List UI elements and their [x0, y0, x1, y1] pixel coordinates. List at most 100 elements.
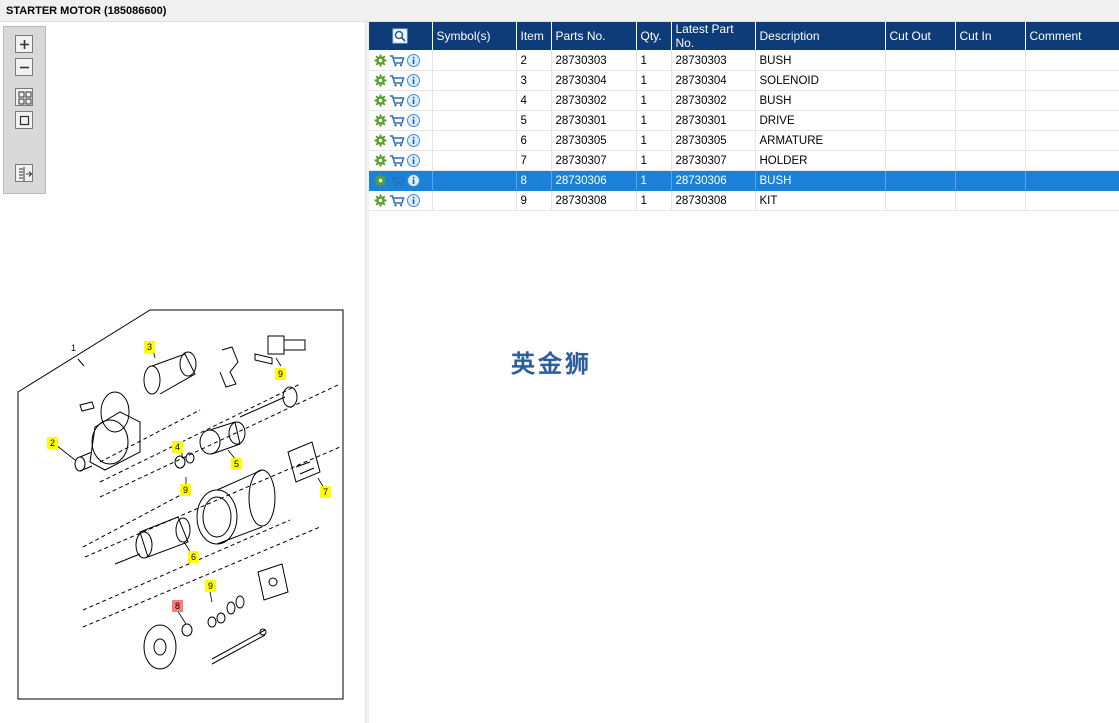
cell-actions [369, 90, 433, 111]
info-icon[interactable] [407, 94, 420, 107]
info-icon[interactable] [407, 54, 420, 67]
cell-symbols [432, 130, 517, 151]
info-icon[interactable] [407, 134, 420, 147]
column-header-cut-out[interactable]: Cut Out [885, 22, 956, 51]
cell-symbols [432, 190, 517, 211]
cell-actions [369, 130, 433, 151]
cell-qty: 1 [636, 170, 672, 191]
cell-actions [369, 50, 433, 71]
column-header-comment[interactable]: Comment [1025, 22, 1119, 51]
table-row[interactable]: 8 28730306 1 28730306 BUSH [369, 170, 1119, 191]
cell-cut-out [885, 130, 956, 151]
gear-icon[interactable] [374, 54, 387, 67]
parts-grid: Symbol(s) Item Parts No. Qty. Latest Par… [369, 22, 1119, 723]
table-row[interactable]: 6 28730305 1 28730305 ARMATURE [369, 130, 1119, 151]
column-header-qty[interactable]: Qty. [636, 22, 672, 51]
table-row[interactable]: 7 28730307 1 28730307 HOLDER [369, 150, 1119, 171]
list-export-icon [19, 167, 33, 181]
gear-icon[interactable] [374, 114, 387, 127]
gear-icon[interactable] [374, 134, 387, 147]
cell-description: BUSH [755, 170, 886, 191]
callout-9[interactable]: 9 [275, 368, 286, 380]
column-header-item[interactable]: Item [516, 22, 552, 51]
cell-actions [369, 150, 433, 171]
cart-icon[interactable] [389, 194, 405, 207]
callout-4[interactable]: 4 [172, 441, 183, 453]
cell-description: DRIVE [755, 110, 886, 131]
cart-icon[interactable] [389, 54, 405, 67]
table-row[interactable]: 2 28730303 1 28730303 BUSH [369, 50, 1119, 71]
column-header-symbols[interactable]: Symbol(s) [432, 22, 517, 51]
cart-icon[interactable] [389, 154, 405, 167]
table-row[interactable]: 5 28730301 1 28730301 DRIVE [369, 110, 1119, 131]
info-icon[interactable] [407, 194, 420, 207]
cell-latest-part-no: 28730307 [671, 150, 756, 171]
cell-description: SOLENOID [755, 70, 886, 91]
zoom-toolbar [3, 26, 46, 194]
table-row[interactable]: 4 28730302 1 28730302 BUSH [369, 90, 1119, 111]
gear-icon[interactable] [374, 74, 387, 87]
cell-comment [1025, 50, 1119, 71]
cell-cut-in [955, 50, 1026, 71]
cell-latest-part-no: 28730308 [671, 190, 756, 211]
plus-icon [20, 40, 29, 49]
cell-item: 7 [516, 150, 552, 171]
cell-description: BUSH [755, 90, 886, 111]
cell-latest-part-no: 28730304 [671, 70, 756, 91]
cell-item: 3 [516, 70, 552, 91]
cart-icon[interactable] [389, 94, 405, 107]
callout-5[interactable]: 5 [231, 458, 242, 470]
info-icon[interactable] [407, 174, 420, 187]
cell-comment [1025, 90, 1119, 111]
gear-icon[interactable] [374, 174, 387, 187]
info-icon[interactable] [407, 74, 420, 87]
callout-2[interactable]: 2 [47, 437, 58, 449]
cart-icon[interactable] [389, 74, 405, 87]
fit-grid-icon [18, 91, 32, 105]
column-header-parts-no[interactable]: Parts No. [551, 22, 637, 51]
cart-icon[interactable] [389, 134, 405, 147]
window-title: STARTER MOTOR (185086600) [6, 5, 167, 17]
window-title-bar: STARTER MOTOR (185086600) [0, 0, 1119, 22]
fit-all-button[interactable] [15, 88, 33, 106]
column-header-description[interactable]: Description [755, 22, 886, 51]
cell-parts-no: 28730307 [551, 150, 637, 171]
cell-cut-in [955, 170, 1026, 191]
cell-cut-in [955, 90, 1026, 111]
info-icon[interactable] [407, 114, 420, 127]
callout-3[interactable]: 3 [144, 341, 155, 353]
actual-size-button[interactable] [15, 111, 33, 129]
zoom-out-button[interactable] [15, 58, 33, 76]
callout-1[interactable]: 1 [68, 342, 79, 354]
callout-9[interactable]: 9 [180, 484, 191, 496]
minus-icon [20, 66, 29, 69]
table-row[interactable]: 9 28730308 1 28730308 KIT [369, 190, 1119, 211]
cell-item: 9 [516, 190, 552, 211]
cell-cut-out [885, 150, 956, 171]
cell-comment [1025, 190, 1119, 211]
cell-comment [1025, 170, 1119, 191]
column-header-latest-part-no[interactable]: Latest Part No. [671, 22, 756, 51]
cell-qty: 1 [636, 70, 672, 91]
gear-icon[interactable] [374, 94, 387, 107]
zoom-in-button[interactable] [15, 35, 33, 53]
callout-7[interactable]: 7 [320, 486, 331, 498]
cell-qty: 1 [636, 130, 672, 151]
cell-qty: 1 [636, 190, 672, 211]
cell-parts-no: 28730301 [551, 110, 637, 131]
gear-icon[interactable] [374, 154, 387, 167]
toggle-list-button[interactable] [15, 164, 33, 182]
info-icon[interactable] [407, 154, 420, 167]
callout-6[interactable]: 6 [188, 551, 199, 563]
callout-9[interactable]: 9 [205, 580, 216, 592]
column-header-cut-in[interactable]: Cut In [955, 22, 1026, 51]
column-header-actions[interactable] [369, 22, 433, 51]
gear-icon[interactable] [374, 194, 387, 207]
cell-parts-no: 28730305 [551, 130, 637, 151]
cell-cut-out [885, 50, 956, 71]
callout-8[interactable]: 8 [172, 600, 183, 612]
table-row[interactable]: 3 28730304 1 28730304 SOLENOID [369, 70, 1119, 91]
cell-parts-no: 28730303 [551, 50, 637, 71]
cart-icon[interactable] [389, 174, 405, 187]
cart-icon[interactable] [389, 114, 405, 127]
